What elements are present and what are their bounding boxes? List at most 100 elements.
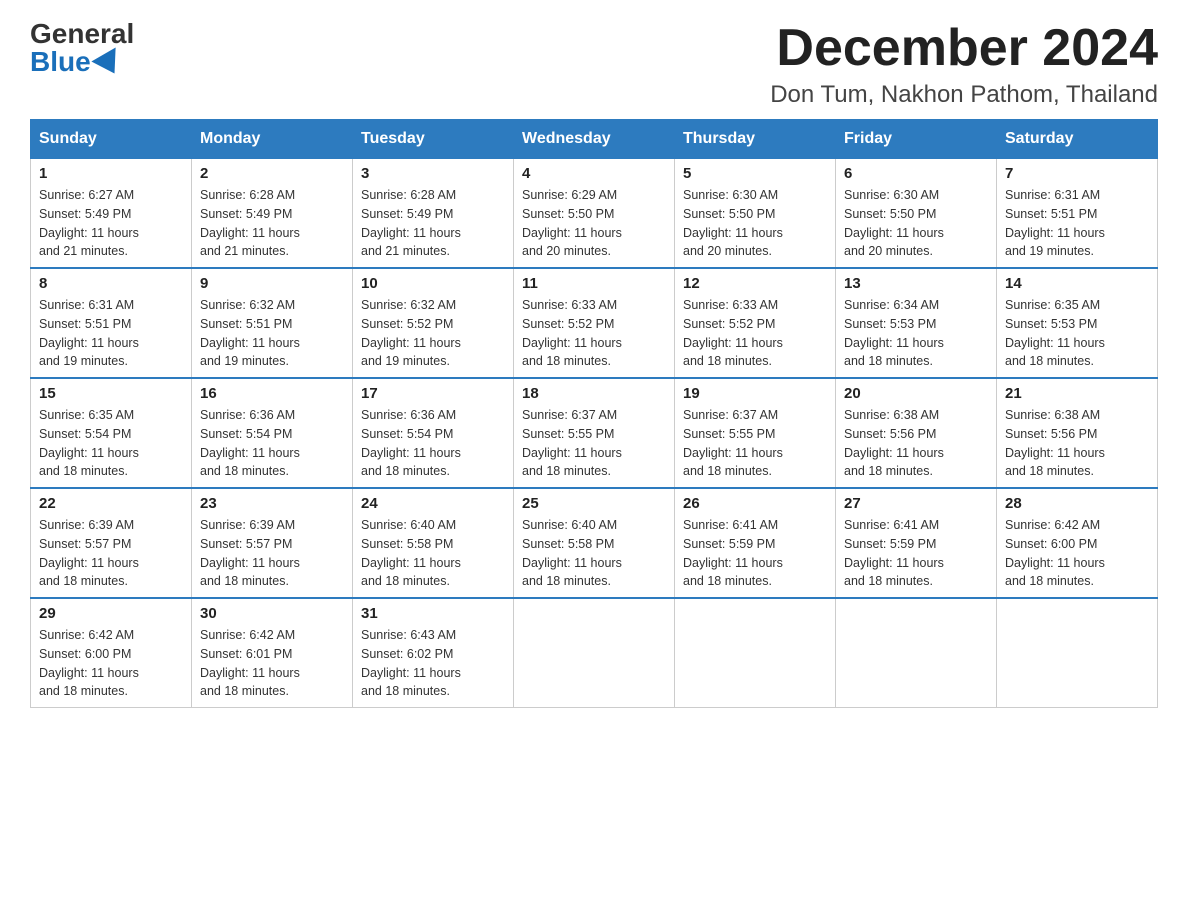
calendar-week-row: 1 Sunrise: 6:27 AMSunset: 5:49 PMDaylight… <box>31 159 1158 269</box>
weekday-header-monday: Monday <box>192 120 353 159</box>
calendar-cell: 21 Sunrise: 6:38 AMSunset: 5:56 PMDayligh… <box>997 378 1158 488</box>
calendar-cell: 17 Sunrise: 6:36 AMSunset: 5:54 PMDayligh… <box>353 378 514 488</box>
day-info: Sunrise: 6:35 AMSunset: 5:54 PMDaylight:… <box>39 406 183 481</box>
calendar-week-row: 29 Sunrise: 6:42 AMSunset: 6:00 PMDayligh… <box>31 598 1158 708</box>
logo-blue-text: Blue <box>30 48 123 76</box>
logo: General Blue <box>30 20 134 76</box>
day-number: 22 <box>39 495 183 512</box>
day-info: Sunrise: 6:39 AMSunset: 5:57 PMDaylight:… <box>39 516 183 591</box>
weekday-header-tuesday: Tuesday <box>353 120 514 159</box>
day-number: 3 <box>361 165 505 182</box>
calendar-cell: 8 Sunrise: 6:31 AMSunset: 5:51 PMDaylight… <box>31 268 192 378</box>
calendar-cell <box>675 598 836 708</box>
day-number: 30 <box>200 605 344 622</box>
day-info: Sunrise: 6:42 AMSunset: 6:00 PMDaylight:… <box>39 626 183 701</box>
day-number: 17 <box>361 385 505 402</box>
calendar-cell: 2 Sunrise: 6:28 AMSunset: 5:49 PMDaylight… <box>192 159 353 269</box>
day-info: Sunrise: 6:41 AMSunset: 5:59 PMDaylight:… <box>844 516 988 591</box>
calendar-cell <box>514 598 675 708</box>
day-number: 28 <box>1005 495 1149 512</box>
calendar-cell: 18 Sunrise: 6:37 AMSunset: 5:55 PMDayligh… <box>514 378 675 488</box>
day-number: 6 <box>844 165 988 182</box>
calendar-cell: 14Sunrise: 6:35 AMSunset: 5:53 PMDayligh… <box>997 268 1158 378</box>
day-number: 5 <box>683 165 827 182</box>
calendar-cell: 24 Sunrise: 6:40 AMSunset: 5:58 PMDayligh… <box>353 488 514 598</box>
calendar-cell: 23 Sunrise: 6:39 AMSunset: 5:57 PMDayligh… <box>192 488 353 598</box>
day-info: Sunrise: 6:28 AMSunset: 5:49 PMDaylight:… <box>200 186 344 261</box>
day-info: Sunrise: 6:42 AMSunset: 6:01 PMDaylight:… <box>200 626 344 701</box>
day-info: Sunrise: 6:31 AMSunset: 5:51 PMDaylight:… <box>1005 186 1149 261</box>
calendar-cell: 27 Sunrise: 6:41 AMSunset: 5:59 PMDayligh… <box>836 488 997 598</box>
day-info: Sunrise: 6:34 AMSunset: 5:53 PMDaylight:… <box>844 296 988 371</box>
day-info: Sunrise: 6:30 AMSunset: 5:50 PMDaylight:… <box>844 186 988 261</box>
calendar-table: SundayMondayTuesdayWednesdayThursdayFrid… <box>30 119 1158 708</box>
day-number: 20 <box>844 385 988 402</box>
day-number: 31 <box>361 605 505 622</box>
day-number: 21 <box>1005 385 1149 402</box>
logo-general-text: General <box>30 20 134 48</box>
title-section: December 2024 Don Tum, Nakhon Pathom, Th… <box>770 20 1158 109</box>
day-info: Sunrise: 6:27 AMSunset: 5:49 PMDaylight:… <box>39 186 183 261</box>
day-number: 18 <box>522 385 666 402</box>
day-info: Sunrise: 6:42 AMSunset: 6:00 PMDaylight:… <box>1005 516 1149 591</box>
calendar-cell: 3 Sunrise: 6:28 AMSunset: 5:49 PMDaylight… <box>353 159 514 269</box>
day-number: 12 <box>683 275 827 292</box>
day-info: Sunrise: 6:35 AMSunset: 5:53 PMDaylight:… <box>1005 296 1149 371</box>
calendar-cell: 29 Sunrise: 6:42 AMSunset: 6:00 PMDayligh… <box>31 598 192 708</box>
day-number: 15 <box>39 385 183 402</box>
weekday-header-sunday: Sunday <box>31 120 192 159</box>
day-number: 26 <box>683 495 827 512</box>
day-number: 9 <box>200 275 344 292</box>
calendar-week-row: 15 Sunrise: 6:35 AMSunset: 5:54 PMDayligh… <box>31 378 1158 488</box>
day-info: Sunrise: 6:31 AMSunset: 5:51 PMDaylight:… <box>39 296 183 371</box>
day-number: 24 <box>361 495 505 512</box>
day-number: 10 <box>361 275 505 292</box>
day-info: Sunrise: 6:28 AMSunset: 5:49 PMDaylight:… <box>361 186 505 261</box>
day-info: Sunrise: 6:37 AMSunset: 5:55 PMDaylight:… <box>522 406 666 481</box>
day-info: Sunrise: 6:36 AMSunset: 5:54 PMDaylight:… <box>200 406 344 481</box>
day-info: Sunrise: 6:32 AMSunset: 5:52 PMDaylight:… <box>361 296 505 371</box>
day-number: 29 <box>39 605 183 622</box>
day-info: Sunrise: 6:38 AMSunset: 5:56 PMDaylight:… <box>1005 406 1149 481</box>
day-info: Sunrise: 6:29 AMSunset: 5:50 PMDaylight:… <box>522 186 666 261</box>
day-info: Sunrise: 6:40 AMSunset: 5:58 PMDaylight:… <box>361 516 505 591</box>
day-number: 4 <box>522 165 666 182</box>
day-info: Sunrise: 6:36 AMSunset: 5:54 PMDaylight:… <box>361 406 505 481</box>
day-number: 16 <box>200 385 344 402</box>
calendar-cell <box>997 598 1158 708</box>
calendar-cell: 16 Sunrise: 6:36 AMSunset: 5:54 PMDayligh… <box>192 378 353 488</box>
calendar-cell: 7Sunrise: 6:31 AMSunset: 5:51 PMDaylight… <box>997 159 1158 269</box>
calendar-cell: 15 Sunrise: 6:35 AMSunset: 5:54 PMDayligh… <box>31 378 192 488</box>
calendar-cell: 11 Sunrise: 6:33 AMSunset: 5:52 PMDayligh… <box>514 268 675 378</box>
page-header: General Blue December 2024 Don Tum, Nakh… <box>30 20 1158 109</box>
weekday-header-thursday: Thursday <box>675 120 836 159</box>
day-info: Sunrise: 6:41 AMSunset: 5:59 PMDaylight:… <box>683 516 827 591</box>
day-number: 2 <box>200 165 344 182</box>
day-info: Sunrise: 6:40 AMSunset: 5:58 PMDaylight:… <box>522 516 666 591</box>
calendar-cell: 31Sunrise: 6:43 AMSunset: 6:02 PMDayligh… <box>353 598 514 708</box>
calendar-cell: 20 Sunrise: 6:38 AMSunset: 5:56 PMDayligh… <box>836 378 997 488</box>
calendar-cell: 22 Sunrise: 6:39 AMSunset: 5:57 PMDayligh… <box>31 488 192 598</box>
day-info: Sunrise: 6:30 AMSunset: 5:50 PMDaylight:… <box>683 186 827 261</box>
weekday-header-friday: Friday <box>836 120 997 159</box>
day-number: 19 <box>683 385 827 402</box>
day-info: Sunrise: 6:33 AMSunset: 5:52 PMDaylight:… <box>522 296 666 371</box>
calendar-cell: 9Sunrise: 6:32 AMSunset: 5:51 PMDaylight… <box>192 268 353 378</box>
calendar-cell: 13 Sunrise: 6:34 AMSunset: 5:53 PMDayligh… <box>836 268 997 378</box>
calendar-week-row: 8 Sunrise: 6:31 AMSunset: 5:51 PMDaylight… <box>31 268 1158 378</box>
calendar-week-row: 22 Sunrise: 6:39 AMSunset: 5:57 PMDayligh… <box>31 488 1158 598</box>
calendar-cell: 28 Sunrise: 6:42 AMSunset: 6:00 PMDayligh… <box>997 488 1158 598</box>
day-number: 27 <box>844 495 988 512</box>
day-number: 8 <box>39 275 183 292</box>
calendar-cell: 10 Sunrise: 6:32 AMSunset: 5:52 PMDayligh… <box>353 268 514 378</box>
day-info: Sunrise: 6:37 AMSunset: 5:55 PMDaylight:… <box>683 406 827 481</box>
day-info: Sunrise: 6:38 AMSunset: 5:56 PMDaylight:… <box>844 406 988 481</box>
day-number: 1 <box>39 165 183 182</box>
day-number: 11 <box>522 275 666 292</box>
day-number: 23 <box>200 495 344 512</box>
weekday-header-wednesday: Wednesday <box>514 120 675 159</box>
calendar-cell <box>836 598 997 708</box>
calendar-cell: 26 Sunrise: 6:41 AMSunset: 5:59 PMDayligh… <box>675 488 836 598</box>
day-info: Sunrise: 6:39 AMSunset: 5:57 PMDaylight:… <box>200 516 344 591</box>
day-number: 13 <box>844 275 988 292</box>
